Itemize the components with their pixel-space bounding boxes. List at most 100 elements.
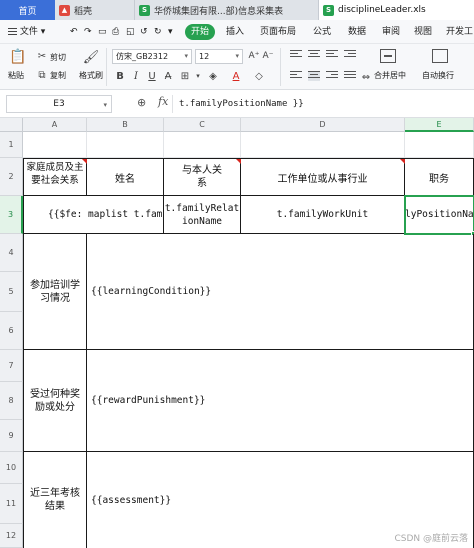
column-header-a[interactable]: A [23, 118, 87, 132]
cell-c1[interactable] [164, 132, 241, 158]
undo-arrow-icon[interactable]: ↺ [140, 25, 148, 39]
font-name-select[interactable]: 仿宋_GB2312 ▾ [112, 49, 192, 64]
menu-insert[interactable]: 插入 [226, 25, 244, 39]
cell-c3[interactable]: t.familyRelationName [164, 196, 241, 234]
merge-center-button[interactable]: 合并居中 [374, 70, 406, 81]
formula-bar: E3 ▾ ⊕ fx t.familyPositionName }} [0, 90, 474, 118]
redo-arrow-icon[interactable]: ↻ [154, 25, 162, 39]
decrease-font-icon[interactable]: A⁻ [262, 49, 274, 63]
copy-button[interactable]: 复制 [50, 70, 66, 81]
align-middle-icon[interactable] [308, 50, 320, 60]
menu-page-layout[interactable]: 页面布局 [260, 25, 296, 39]
underline-icon[interactable]: U [146, 69, 158, 83]
tab-home[interactable]: 首页 [0, 0, 55, 20]
row-header-12[interactable]: 12 [0, 524, 23, 548]
indent-icon[interactable] [344, 50, 356, 60]
paste-button[interactable]: 粘贴 [8, 70, 24, 81]
row-header-4[interactable]: 4 [0, 234, 23, 272]
zoom-icon[interactable]: ⊕ [137, 96, 146, 109]
ribbon-toolbar: 📋 粘贴 ✂ 剪切 ⧉ 复制 🖌 格式刷 仿宋_GB2312 ▾ 12 ▾ A⁺… [0, 44, 474, 90]
fill-color-icon[interactable]: ◈ [206, 69, 220, 83]
cell-b2[interactable]: 姓名 [87, 158, 164, 196]
cell-b7-merged[interactable]: {{rewardPunishment}} [87, 350, 474, 452]
chevron-down-icon[interactable]: ▾ [194, 69, 202, 83]
bold-icon[interactable]: B [114, 69, 126, 83]
menu-review[interactable]: 审阅 [382, 25, 400, 39]
align-left-icon[interactable] [290, 71, 302, 81]
wrap-text-button[interactable]: 自动换行 [422, 70, 454, 81]
row-header-5[interactable]: 5 [0, 272, 23, 312]
cell-c2[interactable]: 与本人关系 [164, 158, 241, 196]
justify-icon[interactable] [344, 71, 356, 81]
formula-input[interactable]: t.familyPositionName }} [172, 95, 474, 113]
function-icon[interactable]: fx [158, 95, 168, 108]
tab-docer[interactable]: ▲ 稻壳 [55, 0, 135, 20]
watermark: CSDN @庭前云落 [394, 534, 468, 544]
font-size-select[interactable]: 12 ▾ [195, 49, 243, 64]
copy-icon[interactable]: ⧉ [36, 69, 48, 81]
cell-a3-merged[interactable]: {{$fe: maplist t.fam [23, 196, 164, 234]
save-icon[interactable]: ▭ [98, 25, 107, 39]
cell-d2[interactable]: 工作单位或从事行业 [241, 158, 405, 196]
distribute-icon[interactable]: ⇔ [360, 71, 372, 83]
align-right-icon[interactable] [326, 71, 338, 81]
borders-icon[interactable]: ⊞ [178, 69, 192, 83]
row-header-8[interactable]: 8 [0, 382, 23, 420]
row-header-1[interactable]: 1 [0, 132, 23, 158]
column-header-c[interactable]: C [164, 118, 241, 132]
cell-d3[interactable]: t.familyWorkUnit [241, 196, 405, 234]
format-painter-icon[interactable]: 🖌 [83, 48, 100, 66]
cell-a2[interactable]: 家庭成员及主要社会关系 [23, 158, 87, 196]
select-all-corner[interactable] [0, 118, 23, 132]
row-header-6[interactable]: 6 [0, 312, 23, 350]
cell-e1[interactable] [405, 132, 474, 158]
clear-format-icon[interactable]: ◇ [252, 69, 266, 83]
row-header-7[interactable]: 7 [0, 350, 23, 382]
menu-view[interactable]: 视图 [414, 25, 432, 39]
format-painter-button[interactable]: 格式刷 [79, 70, 103, 81]
font-color-icon[interactable]: A [230, 69, 242, 83]
preview-icon[interactable]: ◱ [126, 25, 135, 39]
column-header-b[interactable]: B [87, 118, 164, 132]
tab-info-form[interactable]: S 华侨城集团有限...部)信息采集表 [135, 0, 319, 20]
scissors-icon[interactable]: ✂ [36, 50, 48, 62]
menu-start[interactable]: 开始 [185, 24, 215, 40]
strikethrough-icon[interactable]: A̶ [162, 69, 174, 83]
cell-e2[interactable]: 职务 [405, 158, 474, 196]
menu-developer[interactable]: 开发工 [446, 25, 473, 39]
row-header-9[interactable]: 9 [0, 420, 23, 452]
cell-a10-merged[interactable]: 近三年考核结果 [23, 452, 87, 548]
cell-a7-merged[interactable]: 受过何种奖励或处分 [23, 350, 87, 452]
row-header-3[interactable]: 3 [0, 196, 23, 234]
paste-icon[interactable]: 📋 [9, 48, 26, 66]
merge-center-icon[interactable] [380, 49, 396, 63]
column-header-e[interactable]: E [405, 118, 474, 132]
column-header-d[interactable]: D [241, 118, 405, 132]
align-top-icon[interactable] [290, 50, 302, 60]
cut-button[interactable]: 剪切 [50, 52, 66, 63]
tab-discipline-leader[interactable]: S disciplineLeader.xls [319, 0, 474, 20]
menu-formula[interactable]: 公式 [313, 25, 331, 39]
row-header-2[interactable]: 2 [0, 158, 23, 196]
cell-e3[interactable]: lyPositionNa [405, 196, 474, 234]
menu-file[interactable]: 文件 ▾ [8, 25, 45, 39]
more-chevron-icon[interactable]: ▾ [168, 25, 173, 39]
wrap-text-icon[interactable] [432, 49, 448, 63]
name-box[interactable]: E3 ▾ [6, 95, 112, 113]
row-header-10[interactable]: 10 [0, 452, 23, 484]
cell-b1[interactable] [87, 132, 164, 158]
cell-b4-merged[interactable]: {{learningCondition}} [87, 234, 474, 350]
cell-a4-merged[interactable]: 参加培训学习情况 [23, 234, 87, 350]
cell-a1[interactable] [23, 132, 87, 158]
redo-icon[interactable]: ↷ [84, 25, 92, 39]
align-center-icon[interactable] [308, 71, 320, 81]
italic-icon[interactable]: I [130, 69, 142, 83]
row-header-11[interactable]: 11 [0, 484, 23, 524]
cell-reference: E3 [53, 99, 65, 109]
align-bottom-icon[interactable] [326, 50, 338, 60]
cell-d1[interactable] [241, 132, 405, 158]
menu-data[interactable]: 数据 [348, 25, 366, 39]
print-icon[interactable]: ⎙ [112, 25, 119, 39]
undo-icon[interactable]: ↶ [70, 25, 78, 39]
increase-font-icon[interactable]: A⁺ [248, 49, 260, 63]
